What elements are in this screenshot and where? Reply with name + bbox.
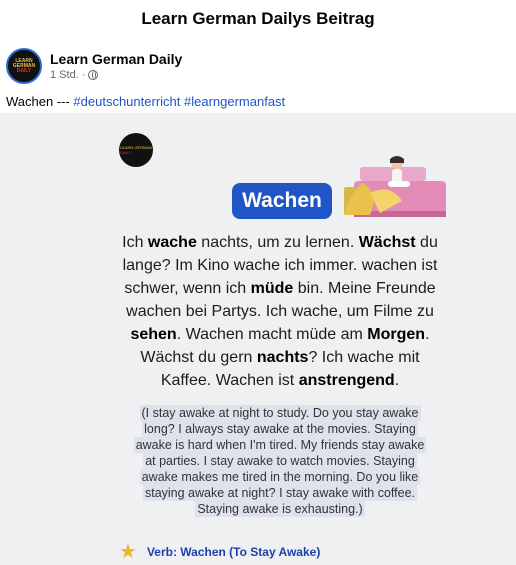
german-text-segment: nachts, um zu lernen. (196, 234, 359, 251)
german-bold-word: sehen (130, 326, 177, 343)
page-avatar[interactable]: LEARN GERMAN DAILY (6, 48, 42, 84)
verb-row: ★ Verb: Wachen (To Stay Awake) (119, 542, 320, 562)
english-translation: (I stay awake at night to study. Do you … (130, 405, 430, 517)
brand-logo: LEARN GERMAN DAILY (119, 133, 153, 167)
german-bold-word: Wächst (358, 234, 416, 251)
avatar-logo-line1: LEARN GERMAN (12, 57, 36, 69)
globe-icon (88, 70, 99, 80)
hashtag-link[interactable]: #learngermanfast (184, 94, 285, 109)
post-time[interactable]: 1 Std. · (50, 69, 85, 81)
person-in-bed-illustration (344, 156, 446, 217)
german-text-segment: . (394, 372, 400, 389)
post-header: LEARN GERMAN DAILY Learn German Daily 1 … (0, 38, 516, 88)
post-image[interactable]: LEARN GERMAN DAILY Wachen Ich wache nach… (0, 113, 516, 565)
star-icon: ★ (119, 541, 137, 563)
german-bold-word: müde (250, 280, 294, 297)
avatar-logo: LEARN GERMAN DAILY (8, 57, 40, 74)
german-text-segment: . Wachen macht müde am (176, 326, 368, 343)
brand-logo-line2: DAILY (119, 150, 132, 155)
author-block: Learn German Daily 1 Std. · (50, 51, 182, 81)
page-title: Learn German Dailys Beitrag (141, 9, 375, 28)
brand-logo-text: LEARN GERMAN DAILY (120, 145, 152, 155)
post-caption: Wachen --- #deutschunterricht #learngerm… (0, 88, 516, 116)
german-text-segment: Ich (122, 234, 148, 251)
english-translation-text: (I stay awake at night to study. Do you … (133, 405, 427, 517)
verb-label: Verb: Wachen (To Stay Awake) (146, 545, 321, 559)
german-bold-word: wache (147, 234, 197, 251)
german-example-text: Ich wache nachts, um zu lernen. Wächst d… (120, 231, 440, 392)
german-bold-word: Morgen (367, 326, 426, 343)
german-bold-word: anstrengend (298, 372, 395, 389)
caption-text: Wachen --- (6, 94, 74, 109)
avatar-logo-line2: DAILY (16, 67, 32, 74)
post-meta: 1 Std. · (50, 69, 182, 81)
word-title-badge: Wachen (232, 183, 332, 219)
german-bold-word: nachts (256, 349, 309, 366)
hashtag-link[interactable]: #deutschunterricht (73, 94, 180, 109)
author-name[interactable]: Learn German Daily (50, 51, 182, 67)
